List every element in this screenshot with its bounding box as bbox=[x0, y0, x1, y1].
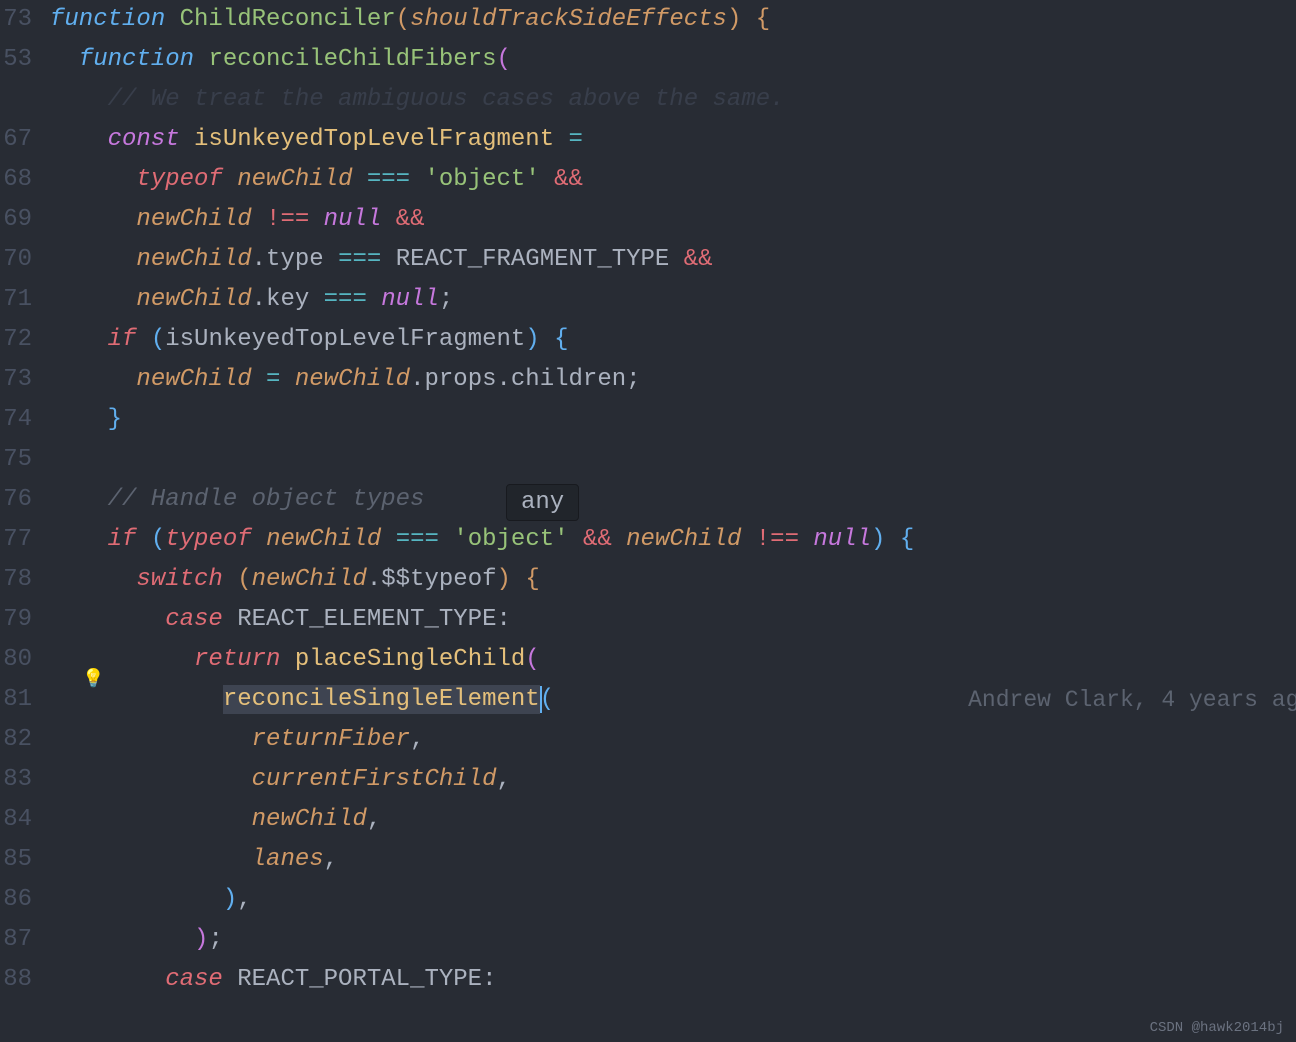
line-number: 87 bbox=[0, 920, 32, 960]
code-line[interactable]: ); bbox=[50, 920, 1296, 960]
line-number: 84 bbox=[0, 800, 32, 840]
line-number: 72 bbox=[0, 320, 32, 360]
watermark: CSDN @hawk2014bj bbox=[1150, 1020, 1284, 1036]
code-line[interactable]: if (typeof newChild === 'object' && newC… bbox=[50, 520, 1296, 560]
code-line[interactable]: } bbox=[50, 400, 1296, 440]
line-number: 73 bbox=[0, 0, 32, 40]
line-number: 77 bbox=[0, 520, 32, 560]
code-line[interactable]: newChild.key === null; bbox=[50, 280, 1296, 320]
line-number: 83 bbox=[0, 760, 32, 800]
code-editor[interactable]: 73 53 67 68 69 70 71 72 73 74 75 76 77 7… bbox=[0, 0, 1296, 1042]
code-line[interactable]: function ChildReconciler(shouldTrackSide… bbox=[50, 0, 1296, 40]
line-number: 71 bbox=[0, 280, 32, 320]
code-line[interactable]: newChild !== null && bbox=[50, 200, 1296, 240]
line-number: 73 bbox=[0, 360, 32, 400]
code-line[interactable]: const isUnkeyedTopLevelFragment = bbox=[50, 120, 1296, 160]
code-line[interactable]: // We treat the ambiguous cases above th… bbox=[50, 80, 1296, 120]
code-line[interactable]: function reconcileChildFibers( bbox=[50, 40, 1296, 80]
code-line[interactable]: currentFirstChild, bbox=[50, 760, 1296, 800]
code-line[interactable]: ), bbox=[50, 880, 1296, 920]
line-number: 80 bbox=[0, 640, 32, 680]
line-number: 86 bbox=[0, 880, 32, 920]
line-number: 69 bbox=[0, 200, 32, 240]
line-number: 78 bbox=[0, 560, 32, 600]
line-number: 70 bbox=[0, 240, 32, 280]
line-number: 76 bbox=[0, 480, 32, 520]
code-line[interactable]: return placeSingleChild( bbox=[50, 640, 1296, 680]
code-line[interactable]: lanes, bbox=[50, 840, 1296, 880]
code-line[interactable]: newChild, bbox=[50, 800, 1296, 840]
line-number bbox=[0, 80, 32, 120]
line-number: 81 bbox=[0, 680, 32, 720]
line-number: 75 bbox=[0, 440, 32, 480]
line-number: 74 bbox=[0, 400, 32, 440]
code-line[interactable] bbox=[50, 440, 1296, 480]
code-line[interactable]: case REACT_PORTAL_TYPE: bbox=[50, 960, 1296, 1000]
code-line[interactable]: typeof newChild === 'object' && bbox=[50, 160, 1296, 200]
hover-tooltip: any bbox=[506, 484, 579, 521]
line-number: 85 bbox=[0, 840, 32, 880]
code-line[interactable]: newChild.type === REACT_FRAGMENT_TYPE && bbox=[50, 240, 1296, 280]
line-number: 88 bbox=[0, 960, 32, 1000]
code-line[interactable]: // Handle object types bbox=[50, 480, 1296, 520]
line-gutter: 73 53 67 68 69 70 71 72 73 74 75 76 77 7… bbox=[0, 0, 50, 1042]
code-content[interactable]: function ChildReconciler(shouldTrackSide… bbox=[50, 0, 1296, 1042]
code-line[interactable]: case REACT_ELEMENT_TYPE: bbox=[50, 600, 1296, 640]
line-number: 67 bbox=[0, 120, 32, 160]
line-number: 68 bbox=[0, 160, 32, 200]
git-blame: Andrew Clark, 4 years ago • Add bbox=[968, 680, 1296, 720]
line-number: 79 bbox=[0, 600, 32, 640]
code-line[interactable]: switch (newChild.$$typeof) { bbox=[50, 560, 1296, 600]
line-number: 82 bbox=[0, 720, 32, 760]
line-number: 53 bbox=[0, 40, 32, 80]
code-line[interactable]: returnFiber, bbox=[50, 720, 1296, 760]
code-line[interactable]: newChild = newChild.props.children; bbox=[50, 360, 1296, 400]
code-line[interactable]: if (isUnkeyedTopLevelFragment) { bbox=[50, 320, 1296, 360]
lightbulb-icon[interactable]: 💡 bbox=[82, 668, 104, 690]
code-line[interactable]: reconcileSingleElement(Andrew Clark, 4 y… bbox=[50, 680, 1296, 720]
